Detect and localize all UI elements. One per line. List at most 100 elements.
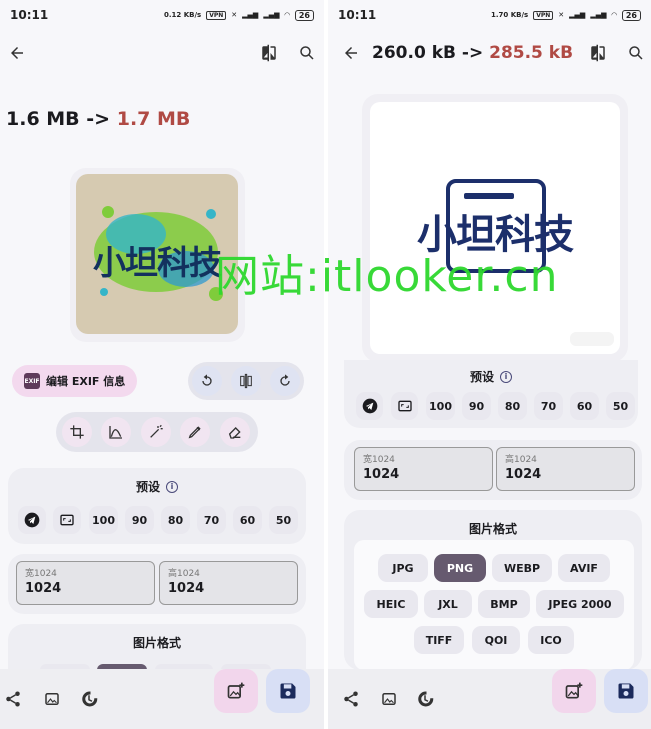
preset-telegram[interactable] — [356, 392, 383, 420]
add-image-button[interactable] — [552, 669, 596, 713]
draw-button[interactable] — [180, 417, 210, 447]
back-button[interactable] — [2, 38, 32, 68]
bottom-app-bar — [0, 669, 324, 729]
preset-90[interactable]: 90 — [125, 506, 154, 534]
format-jpg[interactable]: JPG — [378, 554, 428, 582]
share-button[interactable] — [4, 690, 26, 712]
add-image-icon — [565, 682, 583, 699]
wifi-icon: ◠ — [611, 11, 617, 19]
width-label: 宽1024 — [363, 455, 395, 465]
height-field[interactable]: 高1024 1024 — [496, 447, 635, 491]
arrow-back-icon — [345, 47, 357, 59]
preset-100[interactable]: 100 — [89, 506, 118, 534]
left-screen: 10:11 0.12 KB/s VPN ✕ ▂▄▆ ▂▄▆ ◠ 26 1.6 M… — [0, 0, 324, 729]
status-bar: 10:11 1.70 KB/s VPN ✕ ▂▄▆ ▂▄▆ ◠ 26 — [328, 0, 651, 30]
vpn-icon: VPN — [206, 10, 227, 20]
rotate-right-icon — [280, 374, 290, 386]
preset-100[interactable]: 100 — [426, 392, 455, 420]
rotate-left-button[interactable] — [192, 366, 222, 396]
size-arrow: -> — [455, 43, 490, 63]
format-tiff[interactable]: TIFF — [414, 626, 464, 654]
signal-icon-2: ▂▄▆ — [263, 11, 280, 19]
compare-button[interactable] — [583, 38, 613, 68]
preset-80[interactable]: 80 — [161, 506, 190, 534]
zoom-button[interactable] — [292, 38, 322, 68]
size-comparison-title: 260.0 kB -> 285.5 kB — [372, 43, 573, 63]
history-button[interactable] — [416, 690, 438, 712]
compare-button[interactable] — [254, 38, 284, 68]
zoom-button[interactable] — [621, 38, 651, 68]
curves-button[interactable] — [101, 417, 131, 447]
aspect-ratio-icon — [60, 514, 74, 526]
network-speed: 1.70 KB/s — [491, 11, 529, 19]
info-icon[interactable]: i — [500, 370, 512, 383]
crop-button[interactable] — [62, 417, 92, 447]
format-webp[interactable]: WEBP — [492, 554, 552, 582]
battery-icon: 26 — [294, 9, 314, 21]
image-swap-icon — [382, 693, 396, 705]
width-value: 1024 — [25, 581, 62, 596]
original-size: 1.6 MB — [6, 108, 80, 130]
curves-icon — [109, 426, 122, 439]
format-avif[interactable]: AVIF — [558, 554, 610, 582]
share-icon — [6, 691, 20, 707]
save-button[interactable] — [604, 669, 648, 713]
image-preview-card[interactable]: 小坦科技 — [362, 94, 628, 362]
format-ico[interactable]: ICO — [528, 626, 574, 654]
preset-60[interactable]: 60 — [233, 506, 262, 534]
preset-70[interactable]: 70 — [534, 392, 563, 420]
width-field[interactable]: 宽1024 1024 — [354, 447, 493, 491]
preset-50[interactable]: 50 — [606, 392, 635, 420]
format-bmp[interactable]: BMP — [478, 590, 530, 618]
format-png[interactable]: PNG — [434, 554, 486, 582]
width-label: 宽1024 — [25, 569, 57, 579]
status-icons: 0.12 KB/s VPN ✕ ▂▄▆ ▂▄▆ ◠ 26 — [164, 9, 314, 21]
format-title: 图片格式 — [132, 636, 181, 650]
status-icons: 1.70 KB/s VPN ✕ ▂▄▆ ▂▄▆ ◠ 26 — [491, 9, 641, 21]
info-icon[interactable]: i — [166, 480, 178, 493]
format-qoi[interactable]: QOI — [472, 626, 520, 654]
mute-icon: ✕ — [231, 11, 238, 19]
format-jxl[interactable]: JXL — [424, 590, 472, 618]
history-button[interactable] — [80, 690, 102, 712]
preset-60[interactable]: 60 — [570, 392, 599, 420]
share-button[interactable] — [342, 690, 364, 712]
aspect-ratio-icon — [397, 400, 412, 412]
preset-original[interactable] — [391, 392, 418, 420]
preset-80[interactable]: 80 — [498, 392, 527, 420]
height-field[interactable]: 高1024 1024 — [159, 561, 298, 605]
preset-90[interactable]: 90 — [462, 392, 491, 420]
preset-50[interactable]: 50 — [269, 506, 298, 534]
arrow-back-icon — [11, 47, 23, 59]
zoom-icon — [629, 46, 643, 60]
preset-70[interactable]: 70 — [197, 506, 226, 534]
signal-icon-2: ▂▄▆ — [590, 11, 607, 19]
magic-wand-icon — [150, 424, 163, 438]
eraser-button[interactable] — [220, 417, 250, 447]
format-jpeg2000[interactable]: JPEG 2000 — [536, 590, 624, 618]
width-field[interactable]: 宽1024 1024 — [16, 561, 155, 605]
rotate-right-button[interactable] — [270, 366, 300, 396]
preset-telegram[interactable] — [18, 506, 46, 534]
flip-button[interactable] — [231, 366, 261, 396]
save-button[interactable] — [266, 669, 310, 713]
edit-exif-button[interactable]: EXIF 编辑 EXIF 信息 — [12, 365, 138, 397]
format-heic[interactable]: HEIC — [364, 590, 418, 618]
original-size: 260.0 kB — [372, 43, 456, 63]
back-button[interactable] — [336, 38, 366, 68]
zoom-icon — [300, 46, 314, 60]
width-value: 1024 — [363, 467, 400, 482]
pick-image-button[interactable] — [380, 690, 402, 712]
save-icon — [618, 683, 634, 699]
network-speed: 0.12 KB/s — [164, 11, 202, 19]
rotate-left-icon — [202, 374, 212, 386]
image-swap-icon — [45, 693, 59, 705]
height-value: 1024 — [168, 581, 205, 596]
add-image-button[interactable] — [214, 669, 258, 713]
pick-image-button[interactable] — [43, 690, 65, 712]
bottom-app-bar — [328, 669, 651, 729]
save-icon — [280, 683, 296, 699]
height-label: 高1024 — [168, 569, 200, 579]
magic-wand-button[interactable] — [141, 417, 171, 447]
preset-original[interactable] — [53, 506, 81, 534]
